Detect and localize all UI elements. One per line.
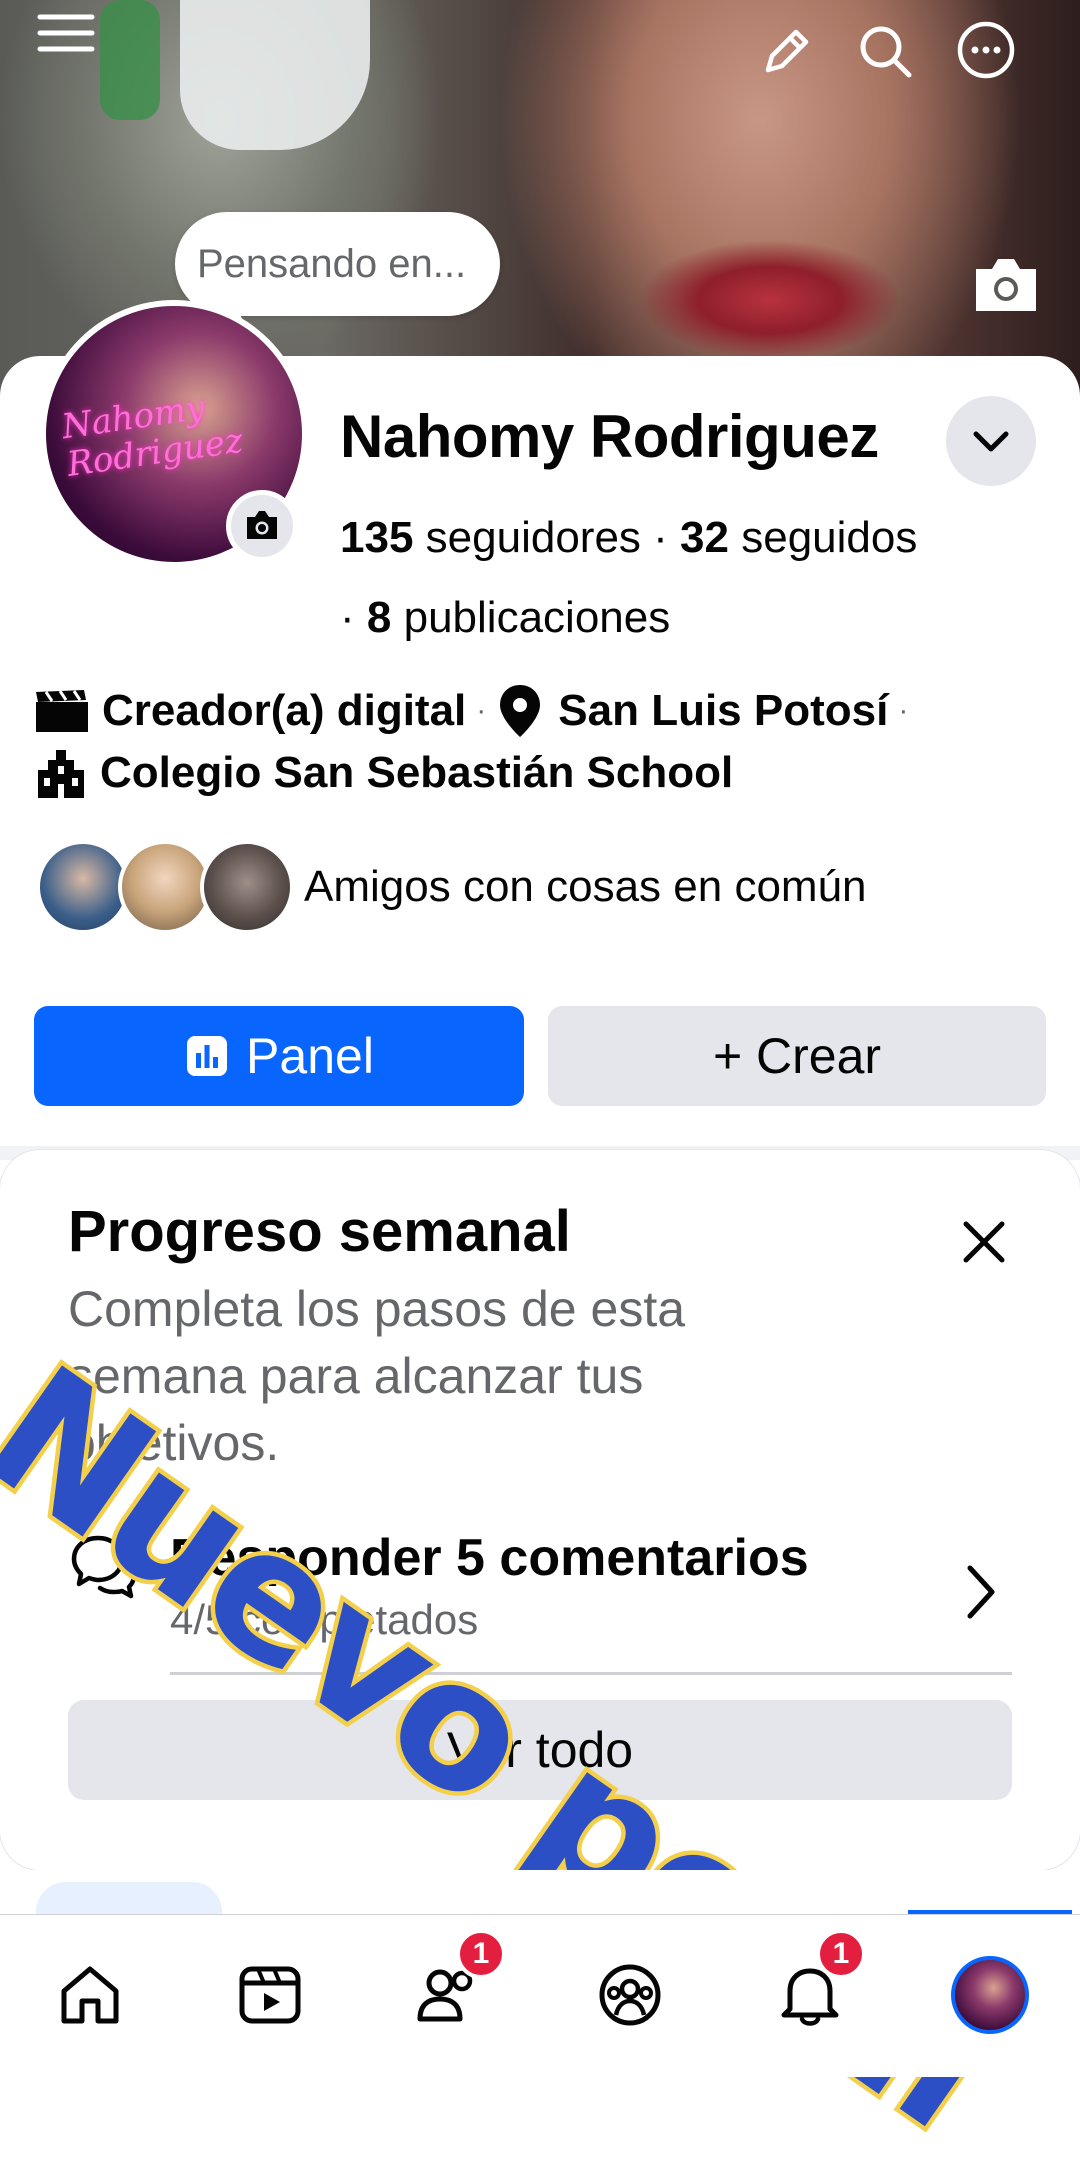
see-all-button[interactable]: Ver todo — [68, 1700, 1012, 1800]
nav-groups[interactable] — [580, 1945, 680, 2045]
following-count[interactable]: 32 — [680, 513, 729, 562]
details-row-2: Colegio San Sebastián School — [34, 742, 1054, 804]
nav-notifications[interactable]: 1 — [760, 1929, 866, 2045]
school-icon — [38, 750, 84, 798]
bottom-navigation: 1 1 — [0, 1914, 1080, 2077]
location-pin-icon — [500, 685, 541, 737]
cover-background-person — [100, 0, 160, 120]
stats-separator: · — [653, 513, 668, 562]
see-all-label: Ver todo — [446, 1722, 634, 1778]
friend-avatar — [118, 840, 212, 934]
groups-icon — [599, 1964, 661, 2026]
menu-icon[interactable] — [34, 8, 98, 58]
task-row-reply-comments[interactable]: Responder 5 comentarios 4/5 completados — [68, 1520, 1018, 1650]
profile-details: Creador(a) digital · San Luis Potosí · C… — [34, 680, 1054, 804]
school-text: Colegio San Sebastián School — [100, 748, 734, 797]
clapperboard-icon — [36, 690, 88, 732]
close-icon[interactable] — [952, 1210, 1016, 1274]
mutual-friends-label: Amigos con cosas en común — [304, 862, 867, 911]
task-divider — [170, 1672, 1012, 1675]
weekly-progress-title: Progreso semanal — [68, 1199, 571, 1264]
profile-name: Nahomy Rodriguez — [340, 403, 879, 470]
thought-placeholder: Pensando en... — [197, 241, 467, 286]
posts-count[interactable]: 8 — [367, 593, 391, 642]
comments-icon — [71, 1535, 137, 1599]
profile-tabs-strip — [0, 1870, 1080, 1914]
mutual-friends-row[interactable]: Amigos con cosas en común — [36, 840, 867, 934]
expand-profile-button[interactable] — [946, 396, 1036, 486]
cover-camera-icon[interactable] — [968, 252, 1044, 318]
profile-avatar-thumbnail — [951, 1956, 1029, 2034]
nav-video[interactable] — [220, 1945, 320, 2045]
profile-stats: 135 seguidores · 32 seguidos · 8 publica… — [340, 498, 1060, 658]
stats-separator: · — [340, 593, 355, 642]
nav-profile[interactable] — [940, 1945, 1040, 2045]
search-icon[interactable] — [850, 16, 920, 86]
weekly-progress-description: Completa los pasos de esta semana para a… — [68, 1281, 686, 1471]
followers-label[interactable]: seguidores — [426, 513, 641, 562]
friend-avatar — [36, 840, 130, 934]
followers-count[interactable]: 135 — [340, 513, 413, 562]
chevron-right-icon — [967, 1565, 995, 1619]
video-icon — [239, 1966, 301, 2024]
details-row-1: Creador(a) digital · San Luis Potosí · — [34, 680, 1054, 742]
home-icon — [61, 1966, 119, 2024]
friend-avatar — [200, 840, 294, 934]
task-title: Responder 5 comentarios — [170, 1529, 809, 1587]
avatar-signature: Nahomy Rodriguez — [59, 384, 245, 485]
nav-home[interactable] — [40, 1945, 140, 2045]
cover-background-person-shirt — [180, 0, 370, 150]
nav-friends[interactable]: 1 — [400, 1929, 506, 2045]
create-button-label: + Crear — [712, 1028, 882, 1084]
panel-button-label: Panel — [246, 1028, 374, 1084]
details-separator: · — [476, 694, 487, 727]
panel-button[interactable]: Panel — [34, 1006, 524, 1106]
edit-pencil-icon[interactable] — [752, 18, 820, 86]
create-button[interactable]: + Crear — [548, 1006, 1046, 1106]
camera-icon — [247, 511, 277, 539]
stats-row-1: 135 seguidores · 32 seguidos — [340, 498, 1060, 578]
more-options-icon[interactable] — [950, 14, 1022, 86]
notifications-badge: 1 — [816, 1929, 866, 1979]
friends-badge: 1 — [456, 1929, 506, 1979]
avatar-camera-button[interactable] — [226, 490, 298, 562]
stats-row-2: · 8 publicaciones — [340, 578, 1060, 658]
task-progress: 4/5 completados — [170, 1596, 479, 1643]
chevron-down-icon — [973, 431, 1009, 452]
tab-chip-active[interactable] — [36, 1882, 222, 1914]
details-separator: · — [898, 694, 909, 727]
following-label[interactable]: seguidos — [741, 513, 917, 562]
dashboard-icon — [187, 1036, 228, 1076]
category-text: Creador(a) digital — [102, 686, 467, 735]
thought-bubble-input[interactable]: Pensando en... — [175, 212, 500, 316]
location-text: San Luis Potosí — [558, 686, 889, 735]
posts-label[interactable]: publicaciones — [404, 593, 671, 642]
